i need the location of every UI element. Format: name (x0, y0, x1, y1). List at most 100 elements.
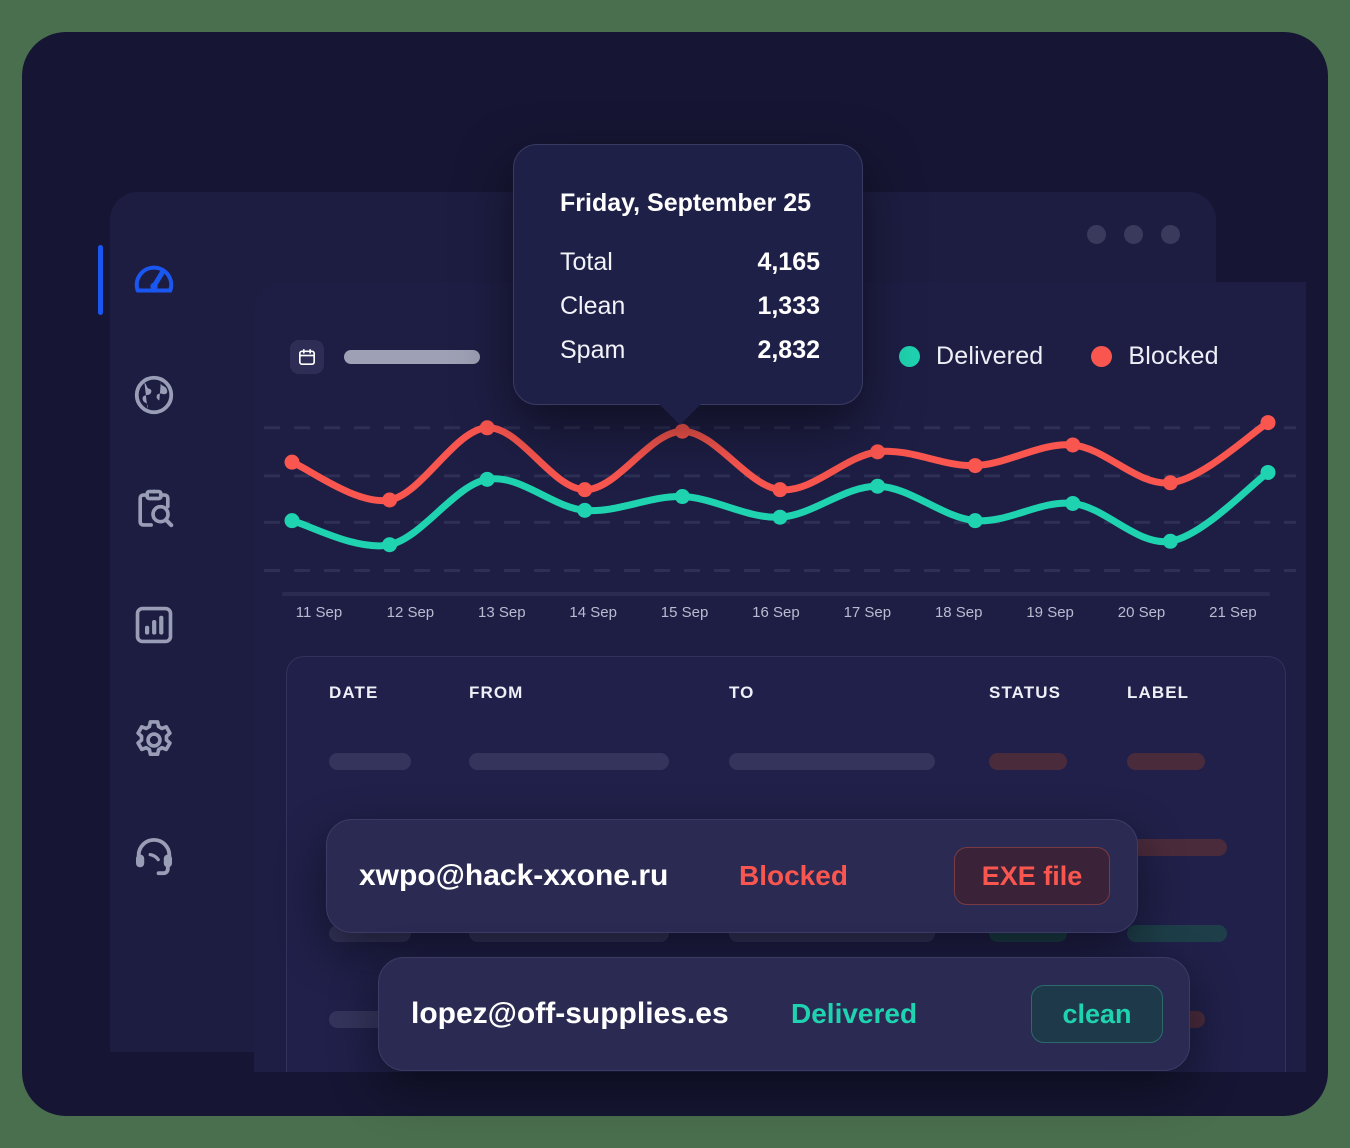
data-point-blocked[interactable] (967, 458, 983, 474)
data-point-blocked[interactable] (1162, 475, 1178, 491)
highlighted-row-delivered[interactable]: lopez@off-supplies.es Delivered clean (378, 957, 1190, 1071)
data-point-blocked[interactable] (479, 420, 495, 436)
data-point-blocked[interactable] (284, 454, 300, 470)
x-axis-tick: 21 Sep (1209, 604, 1257, 621)
data-point-delivered[interactable] (1162, 533, 1178, 549)
data-point-delivered[interactable] (1260, 464, 1276, 480)
legend-item-delivered[interactable]: Delivered (899, 342, 1043, 371)
row-status-delivered: Delivered (791, 998, 918, 1029)
data-point-blocked[interactable] (1260, 415, 1276, 431)
chart-gridlines (264, 426, 1296, 573)
tooltip-row: Total 4,165 (560, 248, 820, 277)
line-chart[interactable] (254, 400, 1306, 620)
clipboard-search-icon (138, 489, 174, 527)
date-range-input[interactable] (344, 350, 480, 364)
cell-label-skeleton (1127, 753, 1205, 770)
legend-swatch-delivered (899, 346, 920, 367)
headset-icon (135, 837, 173, 875)
data-point-blocked[interactable] (577, 482, 593, 498)
window-controls (1087, 225, 1180, 244)
row-email-blocked: xwpo@hack-xxone.ru (359, 859, 669, 892)
data-point-delivered[interactable] (284, 513, 300, 529)
data-point-blocked[interactable] (772, 482, 788, 498)
sidebar-item-settings[interactable] (90, 682, 218, 797)
data-point-delivered[interactable] (870, 478, 886, 494)
data-point-delivered[interactable] (674, 489, 690, 505)
row-email-delivered: lopez@off-supplies.es (411, 997, 729, 1030)
row-status-blocked: Blocked (739, 860, 848, 891)
x-axis-tick: 13 Sep (478, 604, 526, 621)
chart-tooltip: Friday, September 25 Total 4,165 Clean 1,33… (513, 144, 863, 425)
tooltip-key: Total (560, 248, 613, 276)
date-range-picker[interactable] (290, 340, 480, 374)
tooltip-row: Spam 2,832 (560, 336, 820, 365)
cell-to-skeleton (729, 753, 935, 770)
data-point-delivered[interactable] (577, 502, 593, 518)
x-axis-tick: 16 Sep (752, 604, 800, 621)
data-point-delivered[interactable] (772, 509, 788, 525)
app-frame: Delivered Blocked 11 Sep 12 Sep 13 Sep 14 S… (22, 32, 1328, 1116)
gauge-icon (134, 265, 174, 293)
sidebar-item-support[interactable] (90, 797, 218, 912)
chart-svg (264, 415, 1296, 573)
column-header-to[interactable]: TO (729, 683, 755, 703)
data-point-delivered[interactable] (479, 471, 495, 487)
sidebar-item-reports[interactable] (90, 567, 218, 682)
legend-item-blocked[interactable]: Blocked (1091, 342, 1219, 371)
tooltip-rows: Total 4,165 Clean 1,333 Spam 2,832 (560, 248, 820, 365)
row-badge-exe-file[interactable]: EXE file (954, 847, 1110, 905)
x-axis-tick: 15 Sep (660, 604, 709, 621)
x-axis-tick: 12 Sep (386, 604, 435, 621)
chart-legend: Delivered Blocked (899, 342, 1219, 371)
tooltip-key: Clean (560, 292, 626, 320)
data-point-delivered[interactable] (1065, 495, 1081, 511)
window-dot-3[interactable] (1161, 225, 1180, 244)
chart-x-axis: 11 Sep 12 Sep 13 Sep 14 Sep 15 Sep 16 Sep 17 S… (282, 604, 1270, 621)
column-header-label[interactable]: LABEL (1127, 683, 1189, 703)
sidebar-item-network[interactable] (90, 337, 218, 452)
sidebar-item-audit-log[interactable] (90, 452, 218, 567)
bar-chart-icon (135, 606, 173, 643)
tooltip-value: 2,832 (757, 336, 820, 364)
table-header-row: DATE FROM TO STATUS LABEL (287, 683, 1285, 717)
tooltip-key: Spam (560, 336, 626, 364)
data-point-blocked[interactable] (870, 444, 886, 460)
calendar-button[interactable] (290, 340, 324, 374)
active-indicator (98, 245, 103, 315)
data-point-blocked[interactable] (674, 423, 690, 439)
sidebar (90, 222, 218, 942)
column-header-date[interactable]: DATE (329, 683, 378, 703)
cell-date-skeleton (329, 753, 411, 770)
cell-label-skeleton (1127, 839, 1227, 856)
x-axis-tick: 20 Sep (1117, 604, 1166, 621)
legend-label-delivered: Delivered (936, 342, 1044, 370)
legend-swatch-blocked (1091, 346, 1113, 367)
calendar-icon (299, 349, 316, 365)
cell-from-skeleton (469, 753, 669, 770)
data-point-blocked[interactable] (382, 492, 398, 508)
sidebar-item-dashboard[interactable] (90, 222, 218, 337)
cell-status-skeleton (989, 753, 1067, 770)
data-point-delivered[interactable] (382, 537, 398, 553)
highlighted-row-blocked[interactable]: xwpo@hack-xxone.ru Blocked EXE file (326, 819, 1138, 933)
table-row[interactable] (287, 753, 1285, 771)
data-point-blocked[interactable] (1065, 437, 1081, 453)
cell-label-skeleton (1127, 925, 1227, 942)
column-header-status[interactable]: STATUS (989, 683, 1061, 703)
tooltip-title: Friday, September 25 (560, 189, 812, 217)
row-badge-clean[interactable]: clean (1031, 985, 1163, 1043)
window-dot-2[interactable] (1124, 225, 1143, 244)
tooltip-row: Clean 1,333 (560, 292, 820, 321)
x-axis-tick: 11 Sep (295, 604, 343, 621)
chart-axis-line (282, 592, 1270, 596)
data-point-delivered[interactable] (967, 513, 983, 529)
window-dot-1[interactable] (1087, 225, 1106, 244)
gear-icon (136, 719, 172, 756)
x-axis-tick: 14 Sep (569, 604, 617, 621)
x-axis-tick: 17 Sep (843, 604, 892, 621)
x-axis-tick: 18 Sep (934, 604, 983, 621)
tooltip-value: 1,333 (757, 292, 820, 320)
column-header-from[interactable]: FROM (469, 683, 523, 703)
tooltip-value: 4,165 (757, 248, 820, 276)
x-axis-tick: 19 Sep (1026, 604, 1074, 621)
